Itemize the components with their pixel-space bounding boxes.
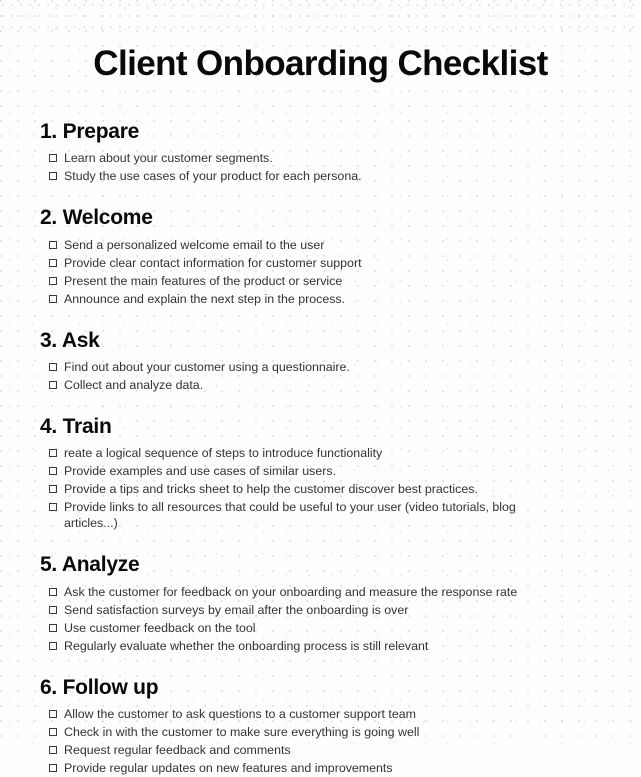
checkbox-unchecked-icon[interactable] <box>49 503 57 512</box>
checklist-section: 2. Welcome Send a personalized welcome em… <box>0 204 641 307</box>
task-item[interactable]: Learn about your customer segments. <box>49 149 611 167</box>
task-list: Allow the customer to ask questions to a… <box>40 705 611 777</box>
checklist-section: 6. Follow up Allow the customer to ask qu… <box>0 674 641 777</box>
task-item[interactable]: Study the use cases of your product for … <box>49 167 611 185</box>
task-item[interactable]: Collect and analyze data. <box>49 376 611 394</box>
task-label: Announce and explain the next step in th… <box>64 291 346 306</box>
checkbox-unchecked-icon[interactable] <box>49 763 57 772</box>
task-item[interactable]: Allow the customer to ask questions to a… <box>49 705 611 723</box>
task-list: Learn about your customer segments. Study… <box>40 149 611 185</box>
task-item[interactable]: Ask the customer for feedback on your on… <box>49 583 611 601</box>
task-item[interactable]: Send a personalized welcome email to the… <box>49 236 611 254</box>
task-list: Find out about your customer using a que… <box>40 358 611 394</box>
task-item[interactable]: reate a logical sequence of steps to int… <box>49 444 611 462</box>
checkbox-unchecked-icon[interactable] <box>49 467 57 476</box>
checkbox-unchecked-icon[interactable] <box>49 605 57 614</box>
task-label: Present the main features of the product… <box>64 273 343 288</box>
section-heading: 4. Train <box>40 415 112 439</box>
task-item[interactable]: Check in with the customer to make sure … <box>49 723 611 741</box>
checkbox-unchecked-icon[interactable] <box>49 172 57 181</box>
checkbox-unchecked-icon[interactable] <box>49 363 57 372</box>
checklist-document: Client Onboarding Checklist 1. Prepare Le… <box>0 0 641 775</box>
checkbox-unchecked-icon[interactable] <box>49 587 57 596</box>
task-item[interactable]: Provide regular updates on new features … <box>49 759 611 777</box>
checkbox-unchecked-icon[interactable] <box>49 727 57 736</box>
task-label: Use customer feedback on the tool <box>64 620 256 635</box>
checkbox-unchecked-icon[interactable] <box>49 276 57 285</box>
task-label: Request regular feedback and comments <box>64 742 291 757</box>
checklist-section: 3. Ask Find out about your customer using… <box>0 327 641 394</box>
checkbox-unchecked-icon[interactable] <box>49 381 57 390</box>
checklist-section: 4. Train reate a logical sequence of step… <box>0 413 641 532</box>
task-item[interactable]: Provide links to all resources that coul… <box>49 498 611 532</box>
task-label: Send satisfaction surveys by email after… <box>64 602 409 617</box>
checklist-section: 5. Analyze Ask the customer for feedback … <box>0 551 641 654</box>
task-label: reate a logical sequence of steps to int… <box>64 446 383 461</box>
task-item[interactable]: Announce and explain the next step in th… <box>49 290 611 308</box>
task-label: Provide clear contact information for cu… <box>64 255 362 270</box>
checkbox-unchecked-icon[interactable] <box>49 623 57 632</box>
checkbox-unchecked-icon[interactable] <box>49 745 57 754</box>
task-label: Study the use cases of your product for … <box>64 169 362 184</box>
task-label: Allow the customer to ask questions to a… <box>64 706 416 721</box>
task-item[interactable]: Provide clear contact information for cu… <box>49 254 611 272</box>
task-label: Collect and analyze data. <box>64 378 204 393</box>
checklist-sections: 1. Prepare Learn about your customer segm… <box>0 118 641 777</box>
section-heading: 3. Ask <box>40 328 100 352</box>
section-heading: 1. Prepare <box>40 120 140 144</box>
checkbox-unchecked-icon[interactable] <box>49 154 57 163</box>
section-heading: 6. Follow up <box>40 675 159 699</box>
task-list: Ask the customer for feedback on your on… <box>40 583 611 655</box>
task-item[interactable]: Use customer feedback on the tool <box>49 619 611 637</box>
page-title: Client Onboarding Checklist <box>93 44 548 83</box>
checkbox-unchecked-icon[interactable] <box>49 709 57 718</box>
checkbox-unchecked-icon[interactable] <box>49 258 57 267</box>
task-label: Learn about your customer segments. <box>64 151 273 166</box>
checkbox-unchecked-icon[interactable] <box>49 485 57 494</box>
task-label: Provide a tips and tricks sheet to help … <box>64 482 478 497</box>
task-label: Provide examples and use cases of simila… <box>64 464 337 479</box>
task-label: Find out about your customer using a que… <box>64 360 350 375</box>
task-item[interactable]: Provide examples and use cases of simila… <box>49 462 611 480</box>
task-item[interactable]: Regularly evaluate whether the onboardin… <box>49 637 611 655</box>
checkbox-unchecked-icon[interactable] <box>49 641 57 650</box>
task-item[interactable]: Find out about your customer using a que… <box>49 358 611 376</box>
task-label: Send a personalized welcome email to the… <box>64 237 325 252</box>
task-label: Check in with the customer to make sure … <box>64 724 420 739</box>
task-label: Provide links to all resources that coul… <box>64 500 516 531</box>
task-list: reate a logical sequence of steps to int… <box>40 444 611 532</box>
task-item[interactable]: Request regular feedback and comments <box>49 741 611 759</box>
task-label: Provide regular updates on new features … <box>64 760 393 775</box>
checkbox-unchecked-icon[interactable] <box>49 240 57 249</box>
task-label: Regularly evaluate whether the onboardin… <box>64 638 429 653</box>
section-heading: 5. Analyze <box>40 553 140 577</box>
task-item[interactable]: Send satisfaction surveys by email after… <box>49 601 611 619</box>
checklist-section: 1. Prepare Learn about your customer segm… <box>0 118 641 185</box>
section-heading: 2. Welcome <box>40 206 153 230</box>
task-item[interactable]: Provide a tips and tricks sheet to help … <box>49 480 611 498</box>
task-item[interactable]: Present the main features of the product… <box>49 272 611 290</box>
checkbox-unchecked-icon[interactable] <box>49 294 57 303</box>
checkbox-unchecked-icon[interactable] <box>49 449 57 458</box>
task-list: Send a personalized welcome email to the… <box>40 236 611 308</box>
task-label: Ask the customer for feedback on your on… <box>64 584 518 599</box>
